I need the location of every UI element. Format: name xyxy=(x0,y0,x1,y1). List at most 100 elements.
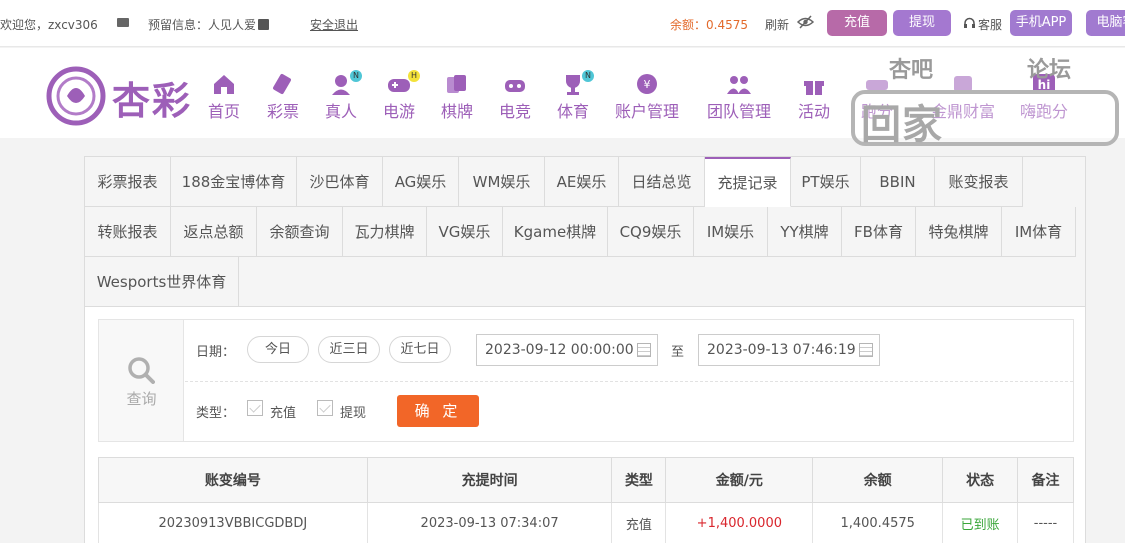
start-date-input[interactable]: 2023-09-12 00:00:00 xyxy=(476,334,658,366)
nav-item-label: 电竞 xyxy=(498,102,531,121)
edit-icon[interactable] xyxy=(258,19,270,30)
nav-item-label: 团队管理 xyxy=(706,102,771,121)
recharge-checkbox[interactable] xyxy=(247,400,263,416)
report-tab[interactable]: CQ9娱乐 xyxy=(608,207,694,257)
report-tab[interactable]: 彩票报表 xyxy=(85,157,171,207)
withdraw-checkbox[interactable] xyxy=(317,400,333,416)
watermark-left-text: 杏吧 xyxy=(889,58,934,83)
nav-badge: H xyxy=(408,70,420,82)
report-tab[interactable]: BBIN xyxy=(861,157,935,207)
records-table: 账变编号 充提时间 类型 金额/元 余额 状态 备注 20230913VBBICGDBDJ 2… xyxy=(98,457,1074,543)
logo-emblem[interactable] xyxy=(45,66,107,126)
nav-item-8[interactable]: 团队管理 xyxy=(704,72,774,122)
report-tab[interactable]: Wesports世界体育 xyxy=(85,257,239,307)
table-cell: 20230913VBBICGDBDJ xyxy=(98,502,368,543)
logout-link[interactable]: 安全退出 xyxy=(310,16,358,33)
withdraw-checkbox-label[interactable]: 提现 xyxy=(340,402,366,421)
nav-item-label: 彩票 xyxy=(266,102,299,121)
welcome-text: 欢迎您，zxcv306 xyxy=(0,18,98,32)
nav-item-7[interactable]: ¥ 账户管理 xyxy=(612,72,682,122)
report-tab[interactable]: Kgame棋牌 xyxy=(503,207,608,257)
pc-client-button[interactable]: 电脑客 xyxy=(1086,10,1125,36)
table-row: 20230913VBBICGDBDJ 2023-09-13 07:34:07 充值 +… xyxy=(98,502,1074,543)
svg-text:¥: ¥ xyxy=(644,78,651,91)
report-tab[interactable]: 转账报表 xyxy=(85,207,171,257)
live-dealer-icon: N xyxy=(328,70,362,96)
report-tab[interactable]: 账变报表 xyxy=(935,157,1023,207)
report-tab[interactable]: 沙巴体育 xyxy=(297,157,383,207)
report-tab[interactable]: 日结总览 xyxy=(619,157,705,207)
mail-icon[interactable] xyxy=(117,18,129,27)
nav-item-6[interactable]: N 体育 xyxy=(554,70,594,122)
report-tab[interactable]: IM娱乐 xyxy=(694,207,768,257)
table-cell: +1,400.0000 xyxy=(665,502,814,543)
calendar-icon[interactable] xyxy=(859,343,873,357)
home-icon xyxy=(211,72,237,96)
report-tab[interactable]: YY棋牌 xyxy=(768,207,842,257)
table-body: 20230913VBBICGDBDJ 2023-09-13 07:34:07 充值 +… xyxy=(98,502,1074,543)
report-tab[interactable]: IM体育 xyxy=(1002,207,1076,257)
table-cell: 充值 xyxy=(611,502,667,543)
nav-item-0[interactable]: 首页 xyxy=(205,72,243,122)
report-tabs: 彩票报表 188金宝博体育 沙巴体育 AG娱乐 WM娱乐 AE娱乐 日结总览 充提记录 PT娱乐… xyxy=(85,157,1085,307)
query-side: 查询 xyxy=(99,320,184,441)
nav-item-3[interactable]: H 电游 xyxy=(380,70,420,122)
report-tab[interactable]: WM娱乐 xyxy=(459,157,545,207)
eye-off-icon[interactable] xyxy=(797,15,814,29)
nav-item-4[interactable]: 棋牌 xyxy=(438,72,476,122)
nav-badge: N xyxy=(350,70,362,82)
nav-item-2[interactable]: N 真人 xyxy=(322,70,362,122)
nav-item-1[interactable]: 彩票 xyxy=(264,72,302,122)
report-tab[interactable]: AE娱乐 xyxy=(545,157,619,207)
report-tab[interactable]: FB体育 xyxy=(842,207,916,257)
report-tab[interactable]: PT娱乐 xyxy=(791,157,861,207)
recharge-checkbox-label[interactable]: 充值 xyxy=(270,402,296,421)
query-box: 查询 日期： 今日 近三日 近七日 2023-09-12 00:00:00 至 … xyxy=(98,319,1074,442)
report-tab[interactable]: 188金宝博体育 xyxy=(171,157,297,207)
refresh-button[interactable]: 刷新 xyxy=(765,16,789,33)
ticket-icon xyxy=(270,72,296,96)
balance-text: 余额：0.4575 xyxy=(670,18,748,32)
withdraw-button[interactable]: 提现 xyxy=(893,10,951,36)
trophy-icon: N xyxy=(560,70,594,96)
nav-item-5[interactable]: 电竞 xyxy=(496,72,534,122)
headset-icon xyxy=(964,17,975,28)
customer-service-link[interactable]: 客服 xyxy=(978,16,1002,33)
report-tab[interactable]: VG娱乐 xyxy=(427,207,503,257)
calendar-icon[interactable] xyxy=(637,343,651,357)
report-tab[interactable]: AG娱乐 xyxy=(383,157,459,207)
last-seven-days-button[interactable]: 近七日 xyxy=(389,336,451,363)
nav-item-9[interactable]: 活动 xyxy=(795,72,833,122)
column-header: 类型 xyxy=(611,457,667,503)
table-cell: 已到账 xyxy=(942,502,1019,543)
reserved-info: 预留信息：人见人爱 xyxy=(148,16,270,33)
esports-icon xyxy=(502,72,528,96)
report-panel: 彩票报表 188金宝博体育 沙巴体育 AG娱乐 WM娱乐 AE娱乐 日结总览 充提记录 PT娱乐… xyxy=(84,156,1086,543)
confirm-button[interactable]: 确 定 xyxy=(397,395,479,427)
nav-item-label: 账户管理 xyxy=(614,102,679,121)
query-label: 查询 xyxy=(126,390,157,408)
type-label: 类型： xyxy=(196,406,236,421)
recharge-button[interactable]: 充值 xyxy=(827,10,887,36)
table-cell: 2023-09-13 07:34:07 xyxy=(366,502,613,543)
table-cell: 1,400.4575 xyxy=(812,502,944,543)
watermark: 杏吧 论坛 回家015.com xyxy=(851,52,1119,196)
mobile-app-button[interactable]: 手机APP xyxy=(1010,10,1072,36)
end-date-input[interactable]: 2023-09-13 07:46:19 xyxy=(698,334,880,366)
column-header: 账变编号 xyxy=(98,457,368,503)
gamepad-icon: H xyxy=(386,70,420,96)
logo-text[interactable]: 杏彩 xyxy=(112,70,192,125)
column-header: 余额 xyxy=(812,457,944,503)
report-tab[interactable]: 充提记录 xyxy=(705,157,791,207)
report-tab[interactable]: 瓦力棋牌 xyxy=(343,207,427,257)
table-header-row: 账变编号 充提时间 类型 金额/元 余额 状态 备注 xyxy=(98,457,1074,503)
last-three-days-button[interactable]: 近三日 xyxy=(318,336,380,363)
nav-badge: N xyxy=(582,70,594,82)
report-tab[interactable]: 特兔棋牌 xyxy=(916,207,1002,257)
divider xyxy=(185,381,1073,382)
column-header: 状态 xyxy=(942,457,1019,503)
today-button[interactable]: 今日 xyxy=(247,336,309,363)
report-tab[interactable]: 返点总额 xyxy=(171,207,257,257)
column-header: 备注 xyxy=(1017,457,1074,503)
report-tab[interactable]: 余额查询 xyxy=(257,207,343,257)
